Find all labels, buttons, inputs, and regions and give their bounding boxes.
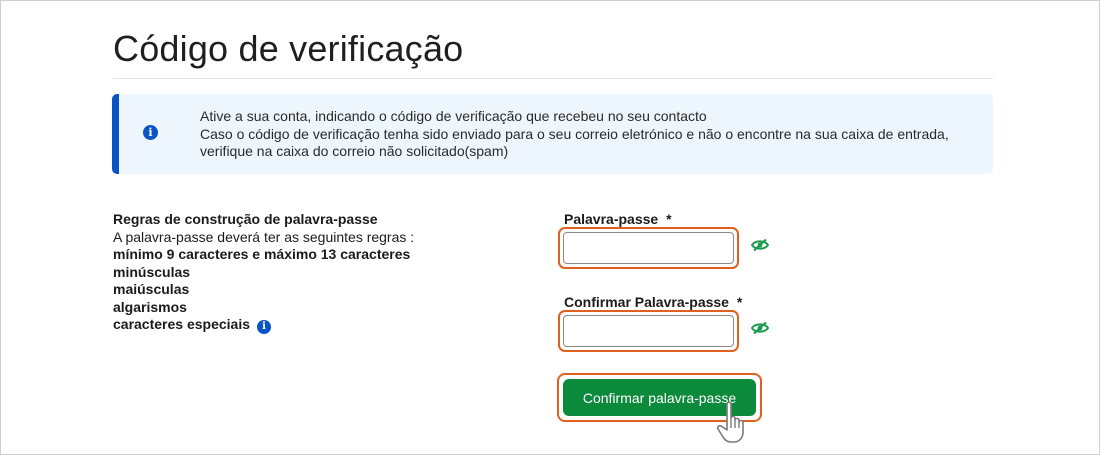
- info-circle-icon: i: [143, 125, 158, 140]
- password-rules: Regras de construção de palavra-passe A …: [113, 211, 414, 334]
- password-label-text: Palavra-passe: [564, 211, 659, 227]
- info-alert-text: Ative a sua conta, indicando o código de…: [200, 108, 990, 161]
- toggle-confirm-password-visibility-icon[interactable]: [751, 321, 769, 335]
- password-label: Palavra-passe *: [564, 211, 672, 227]
- info-line-2: Caso o código de verificação tenha sido …: [200, 125, 949, 142]
- confirm-password-label: Confirmar Palavra-passe *: [564, 294, 742, 310]
- hand-pointer-cursor-icon: [716, 401, 744, 443]
- special-chars-info-icon[interactable]: i: [257, 320, 271, 334]
- rules-intro: A palavra-passe deverá ter as seguintes …: [113, 228, 415, 245]
- info-line-1: Ative a sua conta, indicando o código de…: [200, 108, 707, 124]
- page-title: Código de verificação: [113, 28, 464, 69]
- password-required-mark: *: [666, 211, 672, 227]
- info-line-3: verifique na caixa do correio não solici…: [200, 143, 509, 159]
- confirm-password-field-highlight: [558, 310, 739, 352]
- confirm-password-label-text: Confirmar Palavra-passe: [564, 294, 729, 310]
- rule-item-uppercase: maiúsculas: [113, 281, 190, 297]
- toggle-password-visibility-icon[interactable]: [751, 238, 769, 252]
- confirm-password-required-mark: *: [736, 294, 743, 310]
- rule-item-length: mínimo 9 caracteres e máximo 13 caracter…: [113, 246, 411, 262]
- rule-item-special-row: caracteres especiais i: [113, 316, 414, 334]
- info-alert: i Ative a sua conta, indicando o código …: [112, 94, 993, 174]
- confirm-password-input[interactable]: [563, 315, 734, 347]
- rule-item-special: caracteres especiais: [113, 316, 250, 332]
- rule-item-lowercase: minúsculas: [113, 263, 191, 280]
- rule-item-digits: algarismos: [113, 298, 187, 315]
- password-field-highlight: [558, 227, 739, 269]
- title-divider: [113, 78, 993, 79]
- password-input[interactable]: [563, 232, 734, 264]
- rules-heading: Regras de construção de palavra-passe: [113, 211, 378, 227]
